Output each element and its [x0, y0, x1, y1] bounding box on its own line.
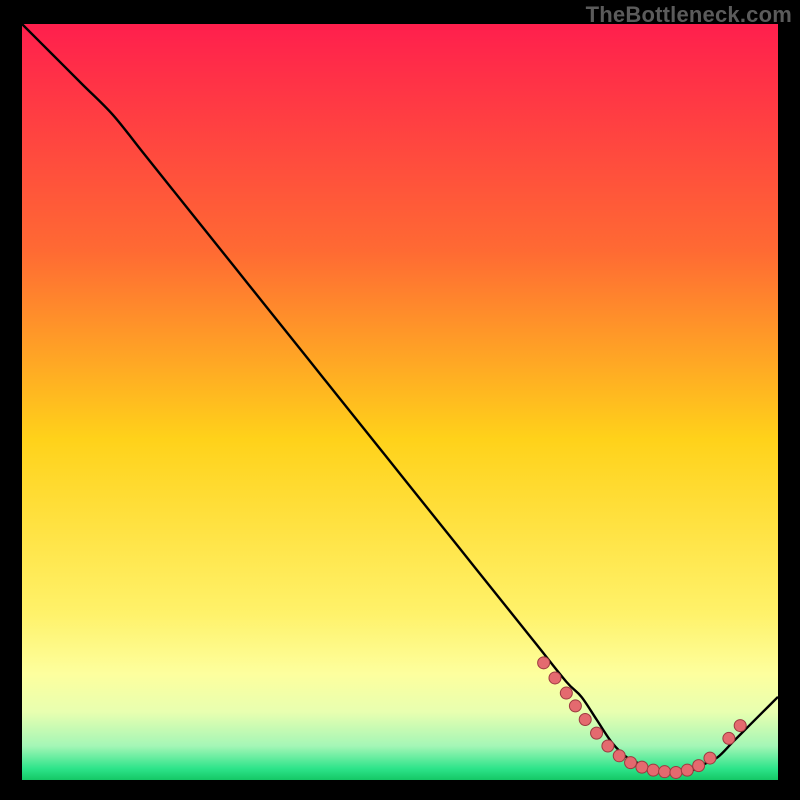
data-marker [681, 764, 693, 776]
data-marker [569, 700, 581, 712]
data-marker [591, 727, 603, 739]
data-marker [723, 732, 735, 744]
data-marker [670, 766, 682, 778]
data-marker [693, 760, 705, 772]
gradient-background [22, 24, 778, 780]
data-marker [549, 672, 561, 684]
data-marker [647, 764, 659, 776]
data-marker [625, 757, 637, 769]
data-marker [602, 740, 614, 752]
data-marker [579, 714, 591, 726]
chart-frame: TheBottleneck.com [0, 0, 800, 800]
data-marker [560, 687, 572, 699]
data-marker [538, 657, 550, 669]
plot-area [22, 24, 778, 780]
data-marker [704, 752, 716, 764]
chart-svg [22, 24, 778, 780]
data-marker [734, 720, 746, 732]
data-marker [636, 761, 648, 773]
data-marker [613, 750, 625, 762]
data-marker [659, 766, 671, 778]
